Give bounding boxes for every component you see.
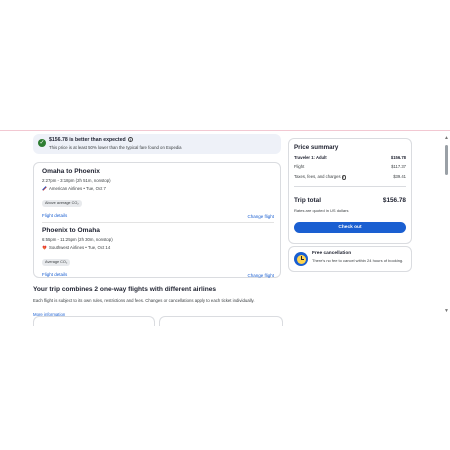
taxes-row: Taxes, fees, and charges i $39.41 <box>294 174 406 180</box>
flight-label: Flight <box>294 164 305 169</box>
price-insight-banner: ✓ $156.78 is better than expected i This … <box>33 134 281 154</box>
leg-airline: Southwest Airlines • Tue, Oct 14 <box>42 245 274 250</box>
leg-time: 2:27pm - 3:18pm (2h 51m, nonstop) <box>42 178 111 183</box>
trip-total-label: Trip total <box>294 197 321 204</box>
leg-divider <box>42 222 274 223</box>
page-scrollbar[interactable] <box>445 145 448 175</box>
leg-airline-text: American Airlines • Tue, Oct 7 <box>49 186 106 191</box>
free-cancellation-title: Free cancellation <box>312 251 352 256</box>
traveler-amount: $156.78 <box>390 155 406 160</box>
leg-title: Omaha to Phoenix <box>42 168 100 175</box>
flights-card: Omaha to Phoenix 2:27pm - 3:18pm (2h 51m… <box>33 162 281 278</box>
trip-total-row: Trip total $156.78 <box>294 197 406 204</box>
price-insight-title: $156.78 is better than expected i <box>49 137 133 143</box>
co2-badge: Average CO₂ <box>42 258 71 266</box>
traveler-row: Traveler 1: Adult $156.78 <box>294 155 406 160</box>
price-summary-title: Price summary <box>294 144 339 151</box>
taxes-label: Taxes, fees, and charges <box>294 174 341 179</box>
price-summary-divider <box>294 186 406 187</box>
combined-trip-title: Your trip combines 2 one-way flights wit… <box>33 286 217 293</box>
leg-time: 6:55pm - 11:25pm (2h 30m, nonstop) <box>42 237 113 242</box>
airline-rules-card <box>33 316 155 326</box>
flight-details-link[interactable]: Flight details <box>42 213 67 218</box>
co2-badge: Above average CO₂ <box>42 199 82 207</box>
scroll-up-arrow-icon[interactable]: ▲ <box>444 135 449 141</box>
info-icon[interactable]: i <box>127 137 133 143</box>
flight-amount: $117.37 <box>391 164 406 169</box>
change-flight-link[interactable]: Change flight <box>247 214 274 219</box>
leg-airline: American Airlines • Tue, Oct 7 <box>42 186 274 191</box>
american-airlines-logo-icon <box>42 186 47 191</box>
scroll-down-arrow-icon[interactable]: ▼ <box>444 308 449 314</box>
combined-trip-description: Each flight is subject to its own rules,… <box>33 298 255 303</box>
trip-total-amount: $156.78 <box>382 197 406 204</box>
check-out-button[interactable]: Check out <box>294 222 406 233</box>
traveler-label: Traveler 1: Adult <box>294 155 327 160</box>
clock-icon <box>294 252 308 266</box>
leg-links: Flight details Change flight <box>42 272 274 280</box>
leg-links: Flight details Change flight <box>42 213 274 221</box>
price-insight-title-text: $156.78 is better than expected <box>49 137 126 143</box>
flight-leg-outbound: Omaha to Phoenix 2:27pm - 3:18pm (2h 51m… <box>42 168 274 221</box>
price-summary-card: Price summary Traveler 1: Adult $156.78 … <box>288 138 412 244</box>
southwest-airlines-logo-icon <box>42 245 47 250</box>
free-cancellation-subtitle: There's no fee to cancel within 24 hours… <box>312 257 404 263</box>
info-icon[interactable]: i <box>341 175 347 180</box>
check-circle-icon: ✓ <box>38 139 46 147</box>
taxes-amount: $39.41 <box>393 174 406 179</box>
flight-details-link[interactable]: Flight details <box>42 272 67 277</box>
flight-row: Flight $117.37 <box>294 164 406 169</box>
leg-title: Phoenix to Omaha <box>42 227 100 234</box>
header-divider <box>0 130 450 131</box>
leg-airline-text: Southwest Airlines • Tue, Oct 14 <box>49 245 111 250</box>
flight-leg-return: Phoenix to Omaha 6:55pm - 11:25pm (2h 30… <box>42 227 274 280</box>
price-insight-subtitle: This price is at least 50% lower than th… <box>49 144 182 150</box>
currency-note: Rates are quoted in US dollars <box>294 208 349 213</box>
airline-rules-card <box>159 316 283 326</box>
free-cancellation-card: Free cancellation There's no fee to canc… <box>288 246 412 272</box>
change-flight-link[interactable]: Change flight <box>247 273 274 278</box>
